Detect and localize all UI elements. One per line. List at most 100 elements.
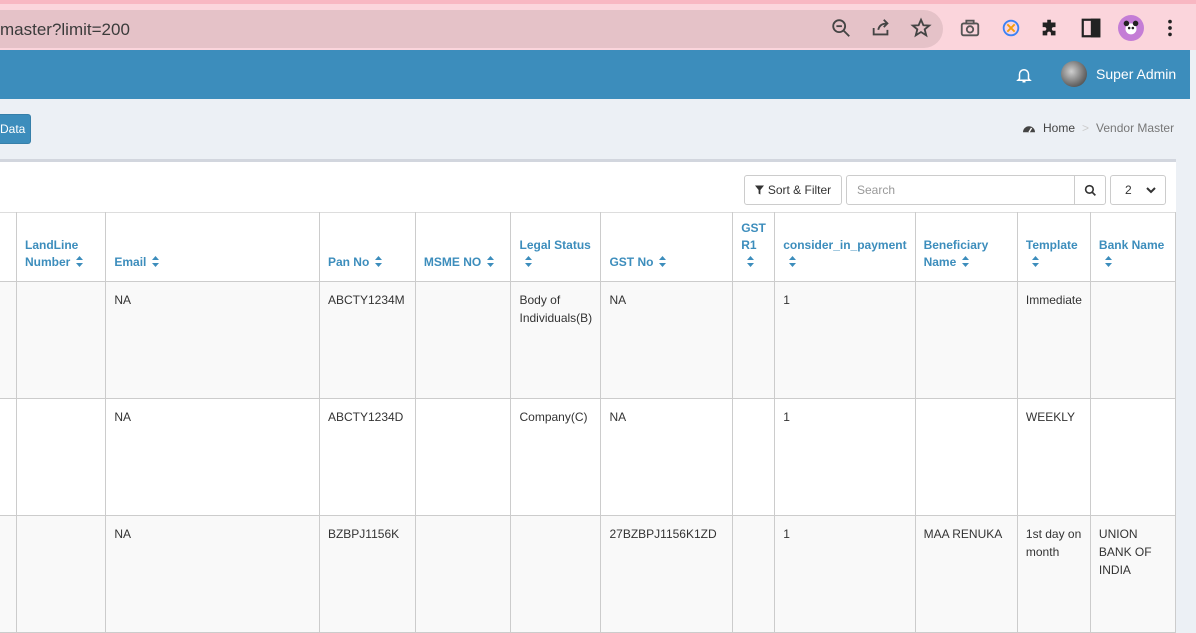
table-cell: ABCTY1234M: [318, 281, 416, 399]
table-cell: [732, 398, 776, 516]
column-header-label: GST: [741, 221, 766, 235]
table-cell: [914, 281, 1018, 399]
data-button[interactable]: Data: [0, 114, 31, 144]
sort-icon[interactable]: [152, 256, 160, 267]
column-header-label: consider_in_payment: [783, 238, 907, 252]
sort-icon[interactable]: [76, 256, 84, 267]
table-cell: BZBPJ1156K: [318, 515, 416, 633]
table-row[interactable]: NA ABCTY1234D Company(C) NA 1 WEEKLY: [0, 398, 1177, 516]
table-body: NA ABCTY1234M Body of Individuals(B) NA 1 Imm…: [0, 281, 1177, 633]
table-cell: Company(C): [510, 398, 602, 516]
column-header[interactable]: Pan No: [318, 212, 416, 282]
sort-icon[interactable]: [1104, 256, 1112, 267]
table-cell: 1: [774, 515, 916, 633]
column-header-label: Number: [25, 255, 71, 269]
table-cell: [1089, 398, 1177, 516]
bell-icon[interactable]: [1015, 66, 1033, 84]
dashboard-icon: [1023, 126, 1035, 133]
column-header[interactable]: Legal Status: [510, 212, 602, 282]
column-header[interactable]: Beneficiary Name: [914, 212, 1018, 282]
sort-filter-label: Sort & Filter: [767, 183, 832, 197]
puzzle-icon[interactable]: [1038, 16, 1062, 40]
extension-icon[interactable]: [999, 16, 1023, 40]
profile-avatar-icon[interactable]: [1118, 15, 1144, 41]
share-icon[interactable]: [869, 16, 893, 40]
address-url[interactable]: master?limit=200: [0, 20, 130, 40]
breadcrumb-current: Vendor Master: [1096, 121, 1175, 135]
user-name[interactable]: Super Admin: [1096, 66, 1176, 82]
table-cell: 1: [774, 281, 916, 399]
page-size-select[interactable]: 2: [1110, 175, 1166, 205]
sort-icon[interactable]: [525, 256, 533, 267]
column-header-label: LandLine: [25, 238, 79, 252]
table-cell: [414, 398, 512, 516]
column-header[interactable]: MSME NO: [414, 212, 512, 282]
column-header-label: GST No: [609, 255, 654, 269]
sort-icon[interactable]: [747, 256, 755, 267]
sort-icon[interactable]: [789, 256, 797, 267]
column-header-label: Pan No: [327, 255, 370, 269]
column-header-label: Bank Name: [1098, 238, 1165, 252]
app-header: Super Admin: [0, 50, 1190, 99]
table-cell: [914, 398, 1018, 516]
column-header[interactable]: Email: [105, 212, 320, 282]
table-row[interactable]: NA ABCTY1234M Body of Individuals(B) NA 1 Imm…: [0, 281, 1177, 399]
sort-filter-button[interactable]: Sort & Filter: [744, 175, 842, 205]
table-cell: [0, 515, 17, 633]
side-panel-icon[interactable]: [1079, 16, 1103, 40]
vendor-table: LandLine Number Email Pan No MSME NO Legal St…: [0, 212, 1177, 633]
column-header[interactable]: Bank Name: [1089, 212, 1177, 282]
table-cell: UNION BANK OF INDIA: [1089, 515, 1177, 633]
sort-icon[interactable]: [659, 256, 667, 267]
address-bar[interactable]: master?limit=200: [0, 10, 943, 48]
search-button[interactable]: [1074, 175, 1106, 205]
sort-icon[interactable]: [1031, 256, 1039, 267]
table-cell: NA: [105, 515, 320, 633]
breadcrumb-separator: >: [1082, 121, 1090, 135]
table-cell: 1: [774, 398, 916, 516]
table-cell: [732, 281, 776, 399]
column-header-label: Email: [114, 255, 147, 269]
column-header[interactable]: LandLine Number: [15, 212, 107, 282]
column-header[interactable]: GST No: [600, 212, 734, 282]
more-menu-icon[interactable]: [1158, 16, 1182, 40]
column-header-label: Legal Status: [519, 238, 591, 252]
table-cell: [414, 281, 512, 399]
table-cell: 1st day on month: [1016, 515, 1091, 633]
table-cell: Body of Individuals(B): [510, 281, 602, 399]
column-header[interactable]: Template: [1016, 212, 1091, 282]
table-cell: Immediate: [1016, 281, 1091, 399]
sort-icon[interactable]: [962, 256, 970, 267]
table-row[interactable]: NA BZBPJ1156K 27BZBPJ1156K1ZD 1 MAA RENUKA 1s…: [0, 515, 1177, 633]
column-header[interactable]: GST R1: [732, 212, 776, 282]
table-cell: [1089, 281, 1177, 399]
breadcrumb-home[interactable]: Home: [1043, 121, 1075, 135]
table-cell: ABCTY1234D: [318, 398, 416, 516]
column-header-label: Beneficiary: [923, 238, 989, 252]
breadcrumb: Home > Vendor Master: [1022, 121, 1174, 135]
sort-icon[interactable]: [375, 256, 383, 267]
search-input[interactable]: [846, 175, 1075, 205]
filter-icon: [754, 185, 764, 195]
table-cell: [15, 281, 107, 399]
table-cell: 27BZBPJ1156K1ZD: [600, 515, 734, 633]
table-cell: NA: [105, 281, 320, 399]
column-header[interactable]: consider_in_payment: [774, 212, 916, 282]
chevron-down-icon: [1146, 187, 1156, 194]
column-header-label: Template: [1025, 238, 1078, 252]
sort-icon[interactable]: [487, 256, 495, 267]
user-avatar[interactable]: [1061, 61, 1087, 87]
table-cell: [0, 398, 17, 516]
table-cell: [510, 515, 602, 633]
star-icon[interactable]: [909, 16, 933, 40]
page-size-value: 2: [1125, 183, 1132, 197]
table-cell: WEEKLY: [1016, 398, 1091, 516]
zoom-out-icon[interactable]: [829, 16, 853, 40]
table-cell: [414, 515, 512, 633]
table-cell: NA: [600, 398, 734, 516]
data-button-label: Data: [0, 122, 26, 136]
table-cell: NA: [600, 281, 734, 399]
search-icon: [1084, 184, 1096, 196]
browser-toolbar: master?limit=200: [0, 0, 1196, 50]
camera-icon[interactable]: [958, 16, 982, 40]
